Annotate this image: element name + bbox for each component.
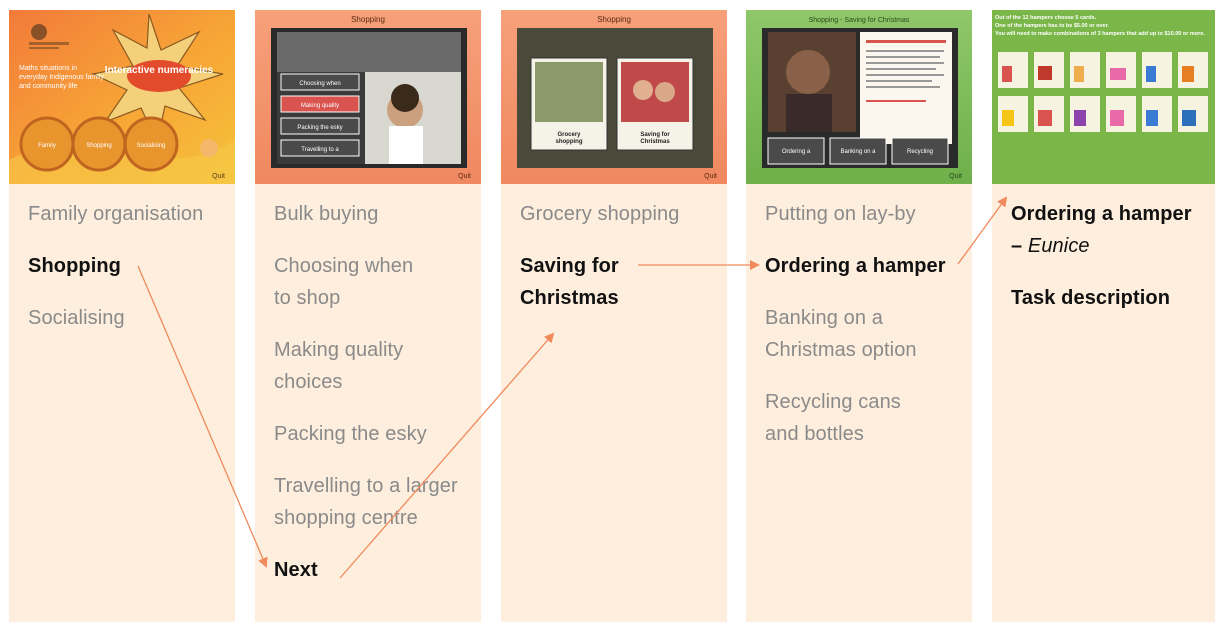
svg-text:Quit: Quit: [704, 173, 717, 180]
item-choosing-when[interactable]: Choosing when: [274, 250, 475, 282]
item-next[interactable]: Next: [274, 554, 475, 586]
item-shopping[interactable]: Shopping: [28, 250, 229, 282]
svg-text:Shopping: Shopping: [351, 15, 385, 24]
item-list: Putting on lay-by Ordering a hamper Bank…: [765, 184, 966, 450]
item-saving-for-christmas-cont[interactable]: Christmas: [520, 282, 721, 314]
item-banking-on-cont[interactable]: Christmas option: [765, 334, 966, 366]
item-bulk-buying[interactable]: Bulk buying: [274, 198, 475, 230]
item-list: Family organisation Shopping Socialising: [28, 184, 229, 334]
svg-text:and community life: and community life: [19, 83, 77, 90]
item-list: Grocery shopping Saving for Christmas: [520, 184, 721, 314]
svg-text:Shopping: Shopping: [597, 15, 631, 24]
svg-text:Maths situations in: Maths situations in: [19, 65, 77, 72]
svg-text:One of the hampers has to be $: One of the hampers has to be $5.00 or ov…: [995, 23, 1109, 29]
item-list: Bulk buying Choosing when to shop Making…: [274, 184, 475, 586]
svg-text:Out of the 12 hampers choose 5: Out of the 12 hampers choose 5 cards.: [995, 15, 1097, 21]
thumbnail-hamper-cards[interactable]: Out of the 12 hampers choose 5 cards. On…: [992, 10, 1215, 184]
item-grocery-shopping[interactable]: Grocery shopping: [520, 198, 721, 230]
item-recycling[interactable]: Recycling cans: [765, 386, 966, 418]
svg-text:Banking on a: Banking on a: [840, 149, 876, 155]
item-making-quality-cont[interactable]: choices: [274, 366, 475, 398]
thumbnail-home-screen[interactable]: Interactive numeracies Maths situations …: [9, 10, 235, 184]
svg-text:Socialising: Socialising: [137, 143, 166, 149]
column-hamper-task: Out of the 12 hampers choose 5 cards. On…: [992, 10, 1215, 622]
svg-text:Saving for: Saving for: [640, 132, 670, 138]
item-choosing-when-cont[interactable]: to shop: [274, 282, 475, 314]
svg-text:Christmas: Christmas: [640, 139, 670, 145]
item-ordering-a-hamper[interactable]: Ordering a hamper: [765, 250, 966, 282]
item-saving-for-christmas[interactable]: Saving for: [520, 250, 721, 282]
svg-text:Choosing when: Choosing when: [299, 81, 340, 87]
title-text: Interactive numeracies: [105, 65, 214, 76]
svg-text:Making quality: Making quality: [301, 103, 339, 109]
svg-text:You will need to make combinat: You will need to make combinations of 3 …: [995, 31, 1205, 37]
svg-text:Quit: Quit: [949, 173, 962, 180]
thumbnail-shopping-cards[interactable]: Shopping Grocery shopping Saving for Chr…: [501, 10, 727, 184]
column-grocery-saving: Shopping Grocery shopping Saving for Chr…: [501, 10, 727, 622]
column-shopping-menu: Shopping Choosing when Making quality Pa…: [255, 10, 481, 622]
svg-text:Shopping: Shopping: [86, 143, 111, 149]
item-making-quality[interactable]: Making quality: [274, 334, 475, 366]
item-packing-esky[interactable]: Packing the esky: [274, 418, 475, 450]
item-travelling-cont[interactable]: shopping centre: [274, 502, 475, 534]
column-saving-options: Shopping - Saving for Christmas Ordering…: [746, 10, 972, 622]
svg-text:Shopping - Saving for Christma: Shopping - Saving for Christmas: [809, 17, 910, 24]
svg-text:Quit: Quit: [458, 173, 471, 180]
thumbnail-saving-screen[interactable]: Shopping - Saving for Christmas Ordering…: [746, 10, 972, 184]
svg-text:Family: Family: [38, 143, 56, 149]
item-travelling[interactable]: Travelling to a larger: [274, 470, 475, 502]
item-putting-on-lay-by[interactable]: Putting on lay-by: [765, 198, 966, 230]
item-socialising[interactable]: Socialising: [28, 302, 229, 334]
eunice-name: Eunice: [1027, 235, 1090, 257]
dash: –: [1011, 235, 1028, 257]
svg-text:shopping: shopping: [556, 139, 583, 145]
thumbnail-shopping-screen[interactable]: Shopping Choosing when Making quality Pa…: [255, 10, 481, 184]
item-family-organisation[interactable]: Family organisation: [28, 198, 229, 230]
column-family-organisation: Interactive numeracies Maths situations …: [9, 10, 235, 622]
svg-text:Packing the esky: Packing the esky: [297, 125, 342, 131]
item-eunice[interactable]: – Eunice: [1011, 230, 1212, 262]
item-banking-on[interactable]: Banking on a: [765, 302, 966, 334]
item-recycling-cont[interactable]: and bottles: [765, 418, 966, 450]
item-ordering-a-hamper[interactable]: Ordering a hamper: [1011, 198, 1212, 230]
svg-text:Grocery: Grocery: [557, 132, 581, 138]
svg-text:Quit: Quit: [212, 173, 225, 180]
svg-text:Recycling: Recycling: [907, 149, 933, 155]
svg-text:Travelling to a: Travelling to a: [301, 147, 339, 153]
item-list: Ordering a hamper – Eunice Task descript…: [1011, 184, 1212, 314]
item-task-description[interactable]: Task description: [1011, 282, 1212, 314]
svg-text:Ordering a: Ordering a: [782, 149, 811, 155]
svg-text:everyday Indigenous family: everyday Indigenous family: [19, 74, 104, 81]
